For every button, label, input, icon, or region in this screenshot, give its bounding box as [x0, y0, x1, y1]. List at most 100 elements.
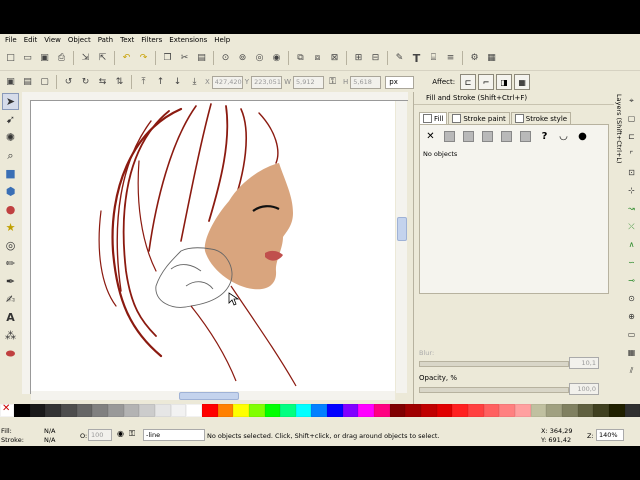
- color-swatch[interactable]: [280, 404, 296, 417]
- selector-tool-icon[interactable]: ➤: [2, 93, 19, 110]
- ungroup-icon[interactable]: ⊟: [369, 52, 382, 65]
- calligraphy-tool-icon[interactable]: ✍: [2, 291, 19, 308]
- unlink-clone-icon[interactable]: ⊠: [328, 52, 341, 65]
- x-field[interactable]: X 427,420: [205, 75, 243, 89]
- color-swatch[interactable]: [436, 404, 453, 417]
- color-swatch[interactable]: [546, 404, 562, 417]
- new-document-icon[interactable]: □: [4, 52, 17, 65]
- zoom-field[interactable]: 140%: [596, 429, 624, 441]
- select-all-layers-icon[interactable]: ▤: [21, 76, 34, 89]
- color-swatch[interactable]: [92, 404, 108, 417]
- color-swatch[interactable]: [233, 404, 249, 417]
- snap-bbox-corner-icon[interactable]: ⌜: [626, 149, 637, 160]
- opacity-short-field[interactable]: 100: [88, 429, 112, 441]
- snap-smooth-icon[interactable]: ∽: [626, 257, 637, 268]
- lock-layer-icon[interactable]: ⚿: [129, 429, 135, 439]
- unit-select[interactable]: px: [385, 75, 415, 89]
- zoom-page-icon[interactable]: ◎: [253, 52, 266, 65]
- text-tool-icon[interactable]: A: [2, 309, 19, 326]
- color-swatch[interactable]: [358, 404, 375, 417]
- group-icon[interactable]: ⊞: [352, 52, 365, 65]
- move-gradients-icon[interactable]: ◨: [496, 74, 513, 90]
- snap-bbox-icon[interactable]: ▢: [626, 113, 637, 124]
- snap-page-icon[interactable]: ▭: [626, 329, 637, 340]
- color-swatch[interactable]: [107, 404, 124, 417]
- menu-view[interactable]: View: [41, 36, 65, 44]
- horizontal-scroll-thumb[interactable]: [179, 392, 239, 400]
- menu-filters[interactable]: Extensions: [166, 36, 211, 44]
- drawing-canvas[interactable]: [31, 101, 395, 391]
- ellipse-tool-icon[interactable]: ●: [2, 201, 19, 218]
- copy-icon[interactable]: ❐: [161, 52, 174, 65]
- color-swatch[interactable]: [577, 404, 594, 417]
- pattern-icon[interactable]: [501, 130, 512, 142]
- fill-rule-evenodd-icon[interactable]: ◡: [558, 131, 569, 142]
- undo-icon[interactable]: ↶: [120, 52, 133, 65]
- color-swatch[interactable]: [374, 404, 390, 417]
- document-properties-icon[interactable]: ▦: [485, 52, 498, 65]
- layer-select[interactable]: -line: [143, 429, 205, 441]
- h-field[interactable]: H 5,618: [343, 75, 382, 89]
- raise-icon[interactable]: ↑: [154, 76, 167, 89]
- preferences-icon[interactable]: ⚙: [468, 52, 481, 65]
- clone-icon[interactable]: ⧈: [311, 52, 324, 65]
- node-tool-icon[interactable]: ➹: [2, 111, 19, 128]
- paste-icon[interactable]: ▤: [195, 52, 208, 65]
- snap-guide-icon[interactable]: ⫽: [626, 365, 637, 376]
- fill-stroke-icon[interactable]: ✎: [393, 52, 406, 65]
- tab-fill[interactable]: Fill: [419, 112, 448, 124]
- flip-horizontal-icon[interactable]: ⇆: [96, 76, 109, 89]
- export-icon[interactable]: ⇱: [96, 52, 109, 65]
- scale-corners-icon[interactable]: ⌐: [478, 74, 495, 90]
- pen-tool-icon[interactable]: ✒: [2, 273, 19, 290]
- lower-to-bottom-icon[interactable]: ⤓: [188, 76, 201, 89]
- star-tool-icon[interactable]: ★: [2, 219, 19, 236]
- flip-vertical-icon[interactable]: ⇅: [113, 76, 126, 89]
- snap-rotation-center-icon[interactable]: ⊕: [626, 311, 637, 322]
- menu-path[interactable]: Text: [117, 36, 138, 44]
- vertical-scrollbar[interactable]: [396, 101, 407, 393]
- eye-icon[interactable]: ◉: [117, 429, 124, 438]
- no-color-swatch[interactable]: ✕: [0, 403, 14, 417]
- color-swatch[interactable]: [624, 404, 640, 417]
- color-swatch[interactable]: [186, 404, 202, 417]
- color-swatch[interactable]: [468, 404, 484, 417]
- snap-grid-icon[interactable]: ▦: [626, 347, 637, 358]
- color-swatch[interactable]: [389, 404, 406, 417]
- color-swatch[interactable]: [483, 404, 500, 417]
- color-swatch[interactable]: [14, 404, 30, 417]
- color-swatch[interactable]: [561, 404, 578, 417]
- vertical-scroll-thumb[interactable]: [397, 217, 407, 241]
- spiral-tool-icon[interactable]: ◎: [2, 237, 19, 254]
- color-swatch[interactable]: [405, 404, 422, 417]
- layers-dock-tab[interactable]: Layers (Shift+Ctrl+L): [612, 94, 623, 166]
- color-swatch[interactable]: [45, 404, 61, 417]
- no-paint-icon[interactable]: ✕: [425, 131, 436, 142]
- fill-rule-nonzero-icon[interactable]: ●: [577, 131, 588, 142]
- rectangle-tool-icon[interactable]: ■: [2, 165, 19, 182]
- color-swatch[interactable]: [217, 404, 234, 417]
- tab-stroke-style[interactable]: Stroke style: [510, 112, 572, 124]
- snap-nodes-icon[interactable]: ⊹: [626, 185, 637, 196]
- snap-bbox-edge-icon[interactable]: ⊏: [626, 131, 637, 142]
- snap-paths-icon[interactable]: ↝: [626, 203, 637, 214]
- swatch-icon[interactable]: [520, 130, 531, 142]
- zoom-width-icon[interactable]: ◉: [270, 52, 283, 65]
- color-swatch[interactable]: [608, 404, 625, 417]
- snap-midpoint-icon[interactable]: ⊸: [626, 275, 637, 286]
- w-field[interactable]: W 5,912: [284, 75, 324, 89]
- select-all-icon[interactable]: ▣: [4, 76, 17, 89]
- menu-layer[interactable]: Object: [65, 36, 95, 44]
- align-distribute-icon[interactable]: ≡: [444, 52, 457, 65]
- opacity-value[interactable]: 100,0: [569, 383, 599, 395]
- zoom-drawing-icon[interactable]: ⊚: [236, 52, 249, 65]
- opacity-slider[interactable]: [419, 387, 569, 393]
- rotate-ccw-icon[interactable]: ↺: [62, 76, 75, 89]
- scale-stroke-icon[interactable]: ⊏: [460, 74, 477, 90]
- blur-value[interactable]: 10,1: [569, 357, 599, 369]
- linear-gradient-icon[interactable]: [463, 130, 474, 142]
- color-swatch[interactable]: [139, 404, 155, 417]
- color-swatch[interactable]: [123, 404, 140, 417]
- color-swatch[interactable]: [452, 404, 469, 417]
- zoom-tool-icon[interactable]: ⌕: [2, 147, 19, 164]
